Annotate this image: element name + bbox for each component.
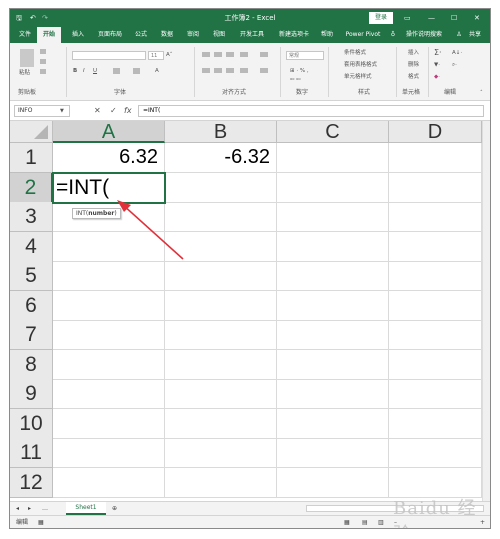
tab-help[interactable]: 帮助 xyxy=(316,27,338,43)
percent-icon[interactable]: ⊞ · % , xyxy=(290,67,309,75)
group-alignment: 对齐方式 xyxy=(222,89,247,96)
tab-insert[interactable]: 插入 xyxy=(66,27,90,43)
find-icon[interactable]: ⌕· xyxy=(452,61,457,69)
align-middle-icon[interactable] xyxy=(214,52,222,57)
formula-bar: INFO ▼ ✕ ✓ fx =INT( xyxy=(10,101,490,121)
mode-indicator: 编辑 xyxy=(16,519,29,526)
paste-icon[interactable] xyxy=(20,49,34,67)
grow-font-icon[interactable]: A˄ xyxy=(166,51,173,59)
tab-formulas[interactable]: 公式 xyxy=(130,27,152,43)
group-styles: 样式 xyxy=(358,89,371,96)
more-sheets-icon[interactable]: … xyxy=(42,502,48,515)
tab-view[interactable]: 视图 xyxy=(208,27,230,43)
format-cells-button[interactable]: 格式 xyxy=(408,73,419,81)
ribbon-home: 粘贴 剪贴板 11 A˄ B I U A 字体 对齐方式 常规 ⊞ · % , … xyxy=(10,43,490,101)
vertical-scrollbar[interactable] xyxy=(482,121,490,501)
fill-icon[interactable]: ▼· xyxy=(434,61,440,69)
orientation-icon[interactable] xyxy=(240,52,248,57)
group-font: 字体 xyxy=(114,89,127,96)
delete-cells-button[interactable]: 删除 xyxy=(408,61,419,69)
next-sheet-icon[interactable]: ▸ xyxy=(28,502,31,515)
collapse-ribbon-icon[interactable]: ˄ xyxy=(480,89,483,97)
font-color-icon[interactable]: A xyxy=(155,67,159,75)
group-clipboard: 剪贴板 xyxy=(18,89,37,96)
spreadsheet-grid: A B C D 1 2 3 4 5 6 7 8 9 10 11 12 6.32 -6.32 =INT(… xyxy=(10,121,482,501)
copy-icon[interactable] xyxy=(40,59,46,64)
underline-icon[interactable]: U xyxy=(93,67,97,75)
fill-color-icon[interactable] xyxy=(133,68,140,74)
group-cells: 单元格 xyxy=(402,89,421,96)
align-bottom-icon[interactable] xyxy=(226,52,234,57)
lightbulb-icon: ♁ xyxy=(390,31,396,38)
conditional-format-button[interactable]: 条件格式 xyxy=(344,49,366,57)
insert-cells-button[interactable]: 插入 xyxy=(408,49,419,57)
tell-me-search[interactable]: 操作说明搜索 xyxy=(400,27,448,43)
align-center-icon[interactable] xyxy=(214,68,222,73)
maximize-icon[interactable]: ☐ xyxy=(451,9,457,27)
sheet-tab-sheet1[interactable]: Sheet1 xyxy=(66,502,106,515)
font-size-box[interactable]: 11 xyxy=(148,51,164,60)
tab-file[interactable]: 文件 xyxy=(14,27,36,43)
cut-icon[interactable] xyxy=(40,49,46,54)
group-editing: 编辑 xyxy=(444,89,457,96)
page-break-view-icon[interactable]: ▥ xyxy=(378,516,384,528)
insert-function-icon[interactable]: fx xyxy=(124,105,132,117)
group-number: 数字 xyxy=(296,89,309,96)
ribbon-tabs: 文件 开始 插入 页面布局 公式 数据 审阅 视图 开发工具 新建选项卡 帮助 … xyxy=(10,27,490,43)
italic-icon[interactable]: I xyxy=(83,67,85,75)
title-bar: 🖫 ↶ ↷ 工作簿2 - Excel 登录 ▭ — ☐ ✕ xyxy=(10,9,490,27)
merge-icon[interactable] xyxy=(260,68,268,73)
prev-sheet-icon[interactable]: ◂ xyxy=(16,502,19,515)
close-icon[interactable]: ✕ xyxy=(474,9,480,27)
tab-page-layout[interactable]: 页面布局 xyxy=(92,27,128,43)
minimize-icon[interactable]: — xyxy=(428,9,435,27)
align-right-icon[interactable] xyxy=(226,68,234,73)
baidu-watermark: Baidu 经验 xyxy=(393,498,477,528)
align-top-icon[interactable] xyxy=(202,52,210,57)
tab-developer[interactable]: 开发工具 xyxy=(234,27,270,43)
border-icon[interactable] xyxy=(113,68,120,74)
cell-styles-button[interactable]: 单元格样式 xyxy=(344,73,372,81)
wrap-text-icon[interactable] xyxy=(260,52,268,57)
decimal-icon[interactable]: ⁰⁰ ⁰⁰ xyxy=(290,77,301,85)
tab-review[interactable]: 审阅 xyxy=(182,27,204,43)
font-name-box[interactable] xyxy=(72,51,146,60)
clear-icon[interactable]: ◆· xyxy=(434,73,440,81)
autosum-icon[interactable]: Σ· xyxy=(434,49,442,57)
tab-power-pivot[interactable]: Power Pivot xyxy=(342,27,384,43)
macro-record-icon[interactable]: ▦ xyxy=(38,516,44,528)
cancel-icon[interactable]: ✕ xyxy=(94,105,101,117)
indent-icon[interactable] xyxy=(240,68,248,73)
share-button[interactable]: 共享 xyxy=(464,27,486,43)
tab-home[interactable]: 开始 xyxy=(37,27,61,43)
person-icon: ♙ xyxy=(456,31,462,38)
name-box-dropdown-icon[interactable]: ▼ xyxy=(60,105,64,117)
sort-filter-icon[interactable]: A↓· xyxy=(452,49,462,57)
window-title: 工作簿2 - Excel xyxy=(224,14,276,22)
excel-window: 🖫 ↶ ↷ 工作簿2 - Excel 登录 ▭ — ☐ ✕ 文件 开始 插入 页… xyxy=(9,8,491,529)
normal-view-icon[interactable]: ▦ xyxy=(344,516,350,528)
page-layout-view-icon[interactable]: ▤ xyxy=(362,516,368,528)
number-format-box[interactable]: 常规 xyxy=(286,51,324,60)
tab-data[interactable]: 数据 xyxy=(156,27,178,43)
add-sheet-icon[interactable]: ⊕ xyxy=(112,502,117,515)
format-as-table-button[interactable]: 套用表格格式 xyxy=(344,61,377,69)
tab-new[interactable]: 新建选项卡 xyxy=(274,27,314,43)
annotation-arrow xyxy=(117,200,184,260)
formula-input[interactable]: =INT( xyxy=(138,105,484,117)
login-button[interactable]: 登录 xyxy=(369,12,393,24)
ribbon-display-icon[interactable]: ▭ xyxy=(404,9,411,27)
align-left-icon[interactable] xyxy=(202,68,210,73)
enter-icon[interactable]: ✓ xyxy=(110,105,117,117)
paste-label: 粘贴 xyxy=(19,70,31,76)
bold-icon[interactable]: B xyxy=(73,67,77,75)
format-painter-icon[interactable] xyxy=(40,69,46,74)
